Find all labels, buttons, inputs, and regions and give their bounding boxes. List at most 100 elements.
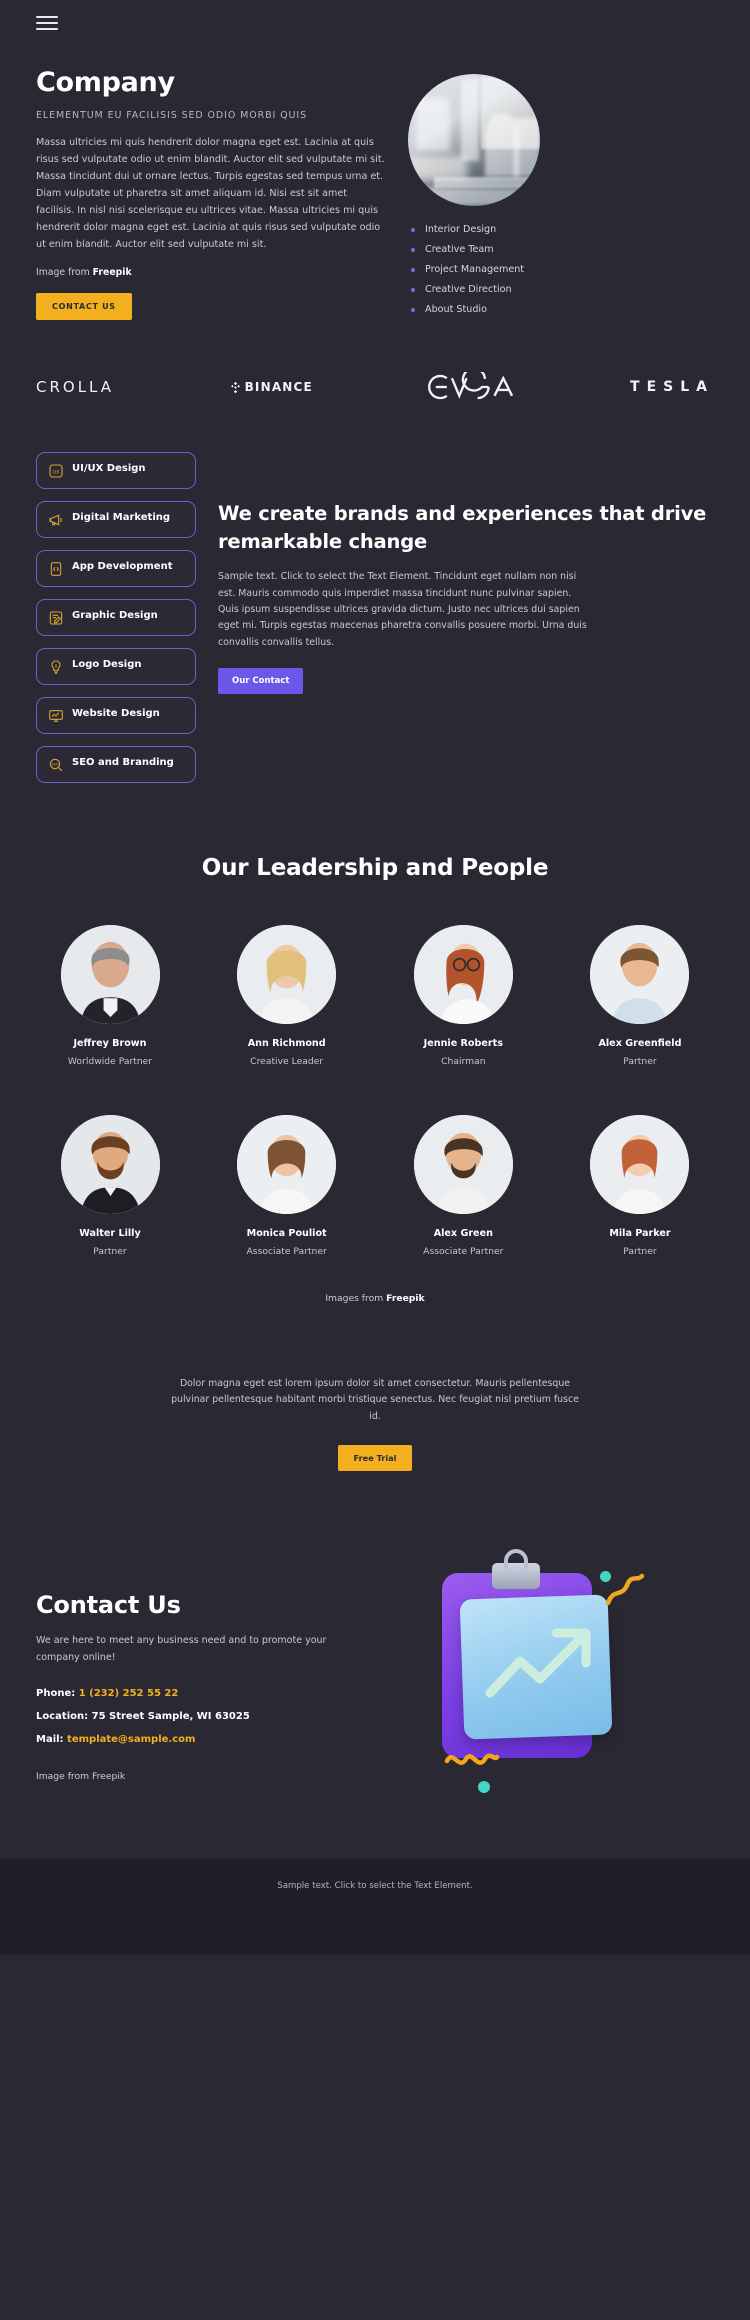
list-item[interactable]: Creative Direction xyxy=(409,284,696,295)
service-pill-uiux[interactable]: UX UI/UX Design xyxy=(36,452,196,489)
team-member: Jeffrey Brown Worldwide Partner xyxy=(30,925,190,1067)
growth-arrow-icon xyxy=(485,1628,591,1698)
contact-us-button[interactable]: CONTACT US xyxy=(36,293,132,321)
cta-band: Dolor magna eget est lorem ipsum dolor s… xyxy=(0,1304,750,1472)
team-member-role: Associate Partner xyxy=(423,1246,504,1257)
service-pill-label: Website Design xyxy=(72,708,160,719)
team-member-name: Jennie Roberts xyxy=(423,1038,503,1049)
hero-media-column: Interior Design Creative Team Project Ma… xyxy=(406,68,696,324)
contact-location-label: Location: xyxy=(36,1711,92,1723)
team-member-role: Associate Partner xyxy=(246,1246,327,1257)
service-pill-label: SEO and Branding xyxy=(72,757,174,768)
logo-evga xyxy=(427,372,515,402)
credit-prefix: Images from xyxy=(325,1293,387,1304)
team-row-1: Jeffrey Brown Worldwide Partner Ann Rich… xyxy=(30,925,720,1067)
megaphone-icon xyxy=(48,512,64,528)
team-image-credit: Images from Freepik xyxy=(30,1293,720,1304)
team-member-role: Partner xyxy=(93,1246,127,1257)
avatar xyxy=(237,925,337,1024)
team-member: Monica Pouliot Associate Partner xyxy=(207,1115,367,1257)
logo-crolla: CROLLA xyxy=(36,378,115,396)
lightbulb-icon xyxy=(48,659,64,675)
avatar xyxy=(590,1115,690,1214)
page-root: Company ELEMENTUM EU FACILISIS SED ODIO … xyxy=(0,0,750,1956)
team-member: Walter Lilly Partner xyxy=(30,1115,190,1257)
svg-text:SEO: SEO xyxy=(51,763,59,767)
services-section: UX UI/UX Design Digital Marketing App De… xyxy=(0,442,750,795)
team-heading: Our Leadership and People xyxy=(201,855,549,881)
service-pill-label: Graphic Design xyxy=(72,610,158,621)
service-pill-graphic-design[interactable]: Graphic Design xyxy=(36,599,196,636)
list-item[interactable]: Interior Design xyxy=(409,224,696,235)
contact-subtitle: We are here to meet any business need an… xyxy=(36,1635,327,1663)
our-contact-button[interactable]: Our Contact xyxy=(218,668,304,695)
contact-text-column: Contact Us We are here to meet any busin… xyxy=(36,1549,366,1782)
team-member-role: Creative Leader xyxy=(250,1056,324,1067)
team-section: Our Leadership and People Jeffrey Brown … xyxy=(0,795,750,1304)
hamburger-line xyxy=(36,16,58,18)
hero-image-credit: Image from Freepik xyxy=(36,267,386,278)
contact-mail-label: Mail: xyxy=(36,1734,68,1746)
hero-link-list: Interior Design Creative Team Project Ma… xyxy=(406,224,696,315)
hamburger-menu-icon[interactable] xyxy=(36,16,58,30)
page-title: Company xyxy=(36,67,175,98)
services-pill-list: UX UI/UX Design Digital Marketing App De… xyxy=(36,452,196,795)
contact-location-row: Location: 75 Street Sample, WI 63025 xyxy=(36,1711,366,1722)
seo-magnifier-icon: SEO xyxy=(48,757,64,773)
service-pill-label: UI/UX Design xyxy=(72,463,146,474)
credit-brand: Freepik xyxy=(386,1293,425,1304)
contact-illustration-column xyxy=(382,1549,714,1799)
footer: Sample text. Click to select the Text El… xyxy=(0,1859,750,1956)
credit-prefix: Image from xyxy=(36,267,93,279)
service-pill-seo-branding[interactable]: SEO SEO and Branding xyxy=(36,746,196,783)
services-heading: We create brands and experiences that dr… xyxy=(218,502,707,553)
client-logo-strip: CROLLA BINANCE TESLA xyxy=(0,324,750,442)
binance-diamond-icon xyxy=(229,381,242,394)
contact-mail-value[interactable]: template@sample.com xyxy=(67,1734,195,1745)
credit-brand: Freepik xyxy=(92,267,132,279)
team-row-2: Walter Lilly Partner Monica Pouliot Asso… xyxy=(30,1115,720,1257)
logo-binance: BINANCE xyxy=(229,380,313,394)
list-item[interactable]: Project Management xyxy=(409,264,696,275)
list-item[interactable]: Creative Team xyxy=(409,244,696,255)
team-member-name: Jeffrey Brown xyxy=(73,1038,147,1049)
svg-text:UX: UX xyxy=(53,469,60,475)
contact-phone-row: Phone: 1 (232) 252 55 22 xyxy=(36,1688,366,1699)
decorative-squiggle-icon xyxy=(444,1753,500,1766)
top-navigation-bar xyxy=(0,0,750,46)
service-pill-digital-marketing[interactable]: Digital Marketing xyxy=(36,501,196,538)
avatar xyxy=(590,925,690,1024)
hero-photo xyxy=(408,74,540,206)
hero-text-column: Company ELEMENTUM EU FACILISIS SED ODIO … xyxy=(36,68,386,324)
avatar xyxy=(237,1115,337,1214)
code-file-icon xyxy=(48,561,64,577)
team-member-name: Alex Green xyxy=(433,1228,493,1239)
logo-binance-text: BINANCE xyxy=(244,380,313,394)
team-member-name: Ann Richmond xyxy=(247,1038,326,1049)
avatar xyxy=(413,1115,513,1214)
photo-detail xyxy=(434,176,540,188)
contact-phone-value[interactable]: 1 (232) 252 55 22 xyxy=(79,1688,179,1699)
team-member-role: Chairman xyxy=(441,1056,486,1067)
photo-detail xyxy=(513,117,540,177)
avatar xyxy=(413,925,513,1024)
team-member: Jennie Roberts Chairman xyxy=(383,925,543,1067)
clipboard-growth-chart-illustration xyxy=(404,1549,654,1799)
team-member-role: Worldwide Partner xyxy=(67,1056,153,1067)
free-trial-button[interactable]: Free Trial xyxy=(337,1445,413,1472)
uiux-icon: UX xyxy=(48,463,64,479)
service-pill-app-development[interactable]: App Development xyxy=(36,550,196,587)
contact-image-credit: Image from Freepik xyxy=(36,1771,126,1783)
team-member: Alex Green Associate Partner xyxy=(383,1115,543,1257)
service-pill-website-design[interactable]: Website Design xyxy=(36,697,196,734)
list-item[interactable]: About Studio xyxy=(409,304,696,315)
team-member-name: Mila Parker xyxy=(609,1228,671,1239)
services-copy-column: We create brands and experiences that dr… xyxy=(218,452,714,795)
footer-text: Sample text. Click to select the Text El… xyxy=(277,1881,473,1892)
contact-mail-row: Mail: template@sample.com xyxy=(36,1734,366,1745)
service-pill-logo-design[interactable]: Logo Design xyxy=(36,648,196,685)
service-pill-label: Logo Design xyxy=(72,659,142,670)
contact-heading: Contact Us xyxy=(36,1591,181,1620)
contact-phone-label: Phone: xyxy=(36,1688,79,1700)
decorative-squiggle-icon xyxy=(605,1574,645,1606)
